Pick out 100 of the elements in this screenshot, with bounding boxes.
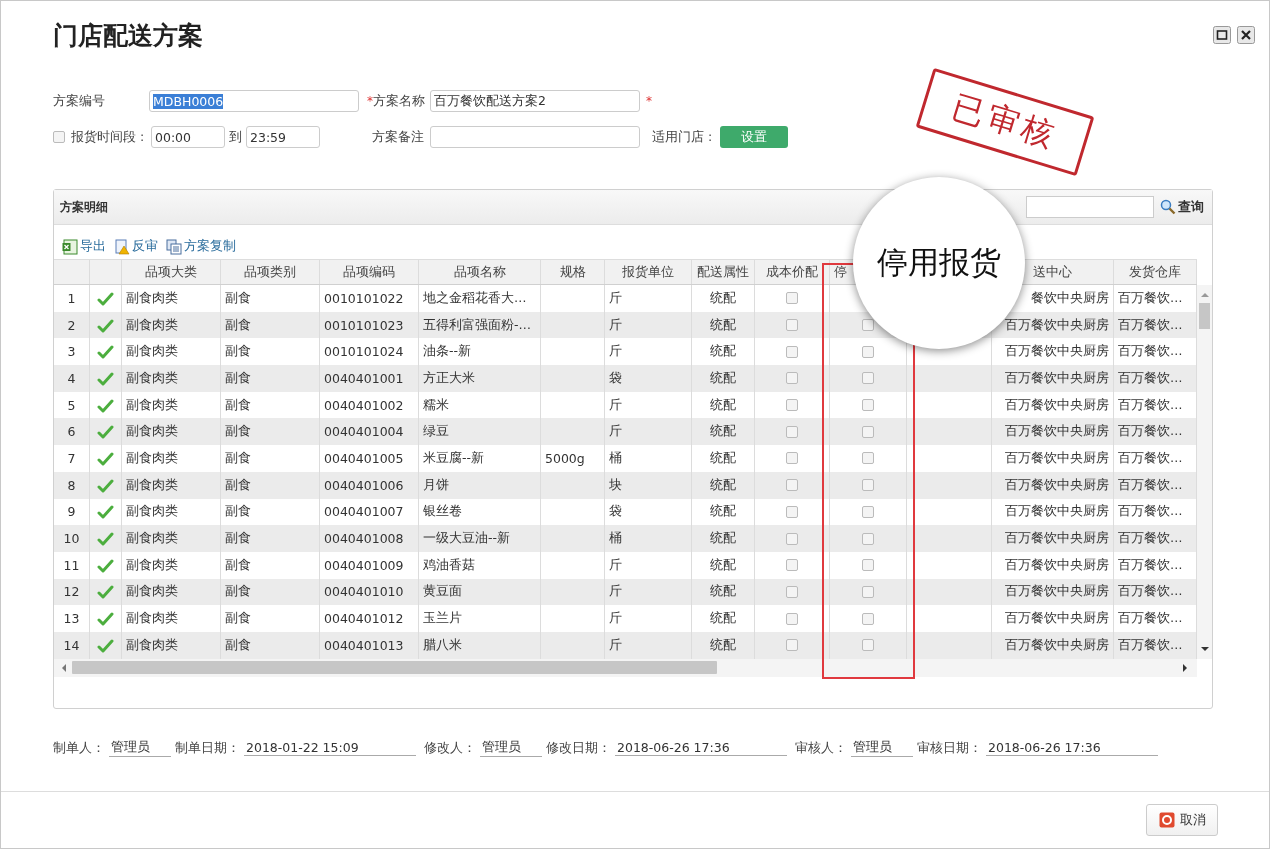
table-cell: 副食 <box>225 556 251 574</box>
table-cell: 百万餐饮… <box>1118 343 1183 361</box>
table-cell: 统配 <box>710 289 736 307</box>
checkbox[interactable] <box>862 532 874 545</box>
row-number: 8 <box>67 477 76 493</box>
toolbar-button[interactable]: 导出 <box>62 238 106 255</box>
table-cell: 斤 <box>609 636 622 654</box>
scrollbar-thumb[interactable] <box>1199 303 1210 329</box>
table-cell: 鸡油香菇 <box>423 556 475 574</box>
checkbox[interactable] <box>862 372 874 385</box>
column-header[interactable]: 品项编码 <box>343 263 395 281</box>
table-cell: 副食肉类 <box>126 396 178 414</box>
column-header[interactable]: 品项类别 <box>244 263 296 281</box>
checkbox[interactable] <box>786 372 798 385</box>
scroll-down-icon[interactable] <box>1200 645 1209 653</box>
search-button[interactable]: 查询 <box>1160 198 1204 216</box>
checkbox[interactable] <box>862 452 874 465</box>
checkbox[interactable] <box>862 319 874 332</box>
column-header[interactable]: 品项大类 <box>145 263 197 281</box>
checkbox[interactable] <box>862 345 874 358</box>
field-label: 方案名称 <box>373 92 426 110</box>
table-cell: 副食肉类 <box>126 449 178 467</box>
toolbar-button[interactable]: 反审 <box>114 238 158 255</box>
scroll-up-icon[interactable] <box>1200 291 1209 299</box>
table-cell: 副食肉类 <box>126 316 178 334</box>
table-cell: 百万餐饮… <box>1118 530 1183 548</box>
checkbox[interactable] <box>786 425 798 438</box>
row-number: 6 <box>67 424 76 440</box>
table-cell: 斤 <box>609 343 622 361</box>
toolbar-button[interactable]: 方案复制 <box>166 238 236 255</box>
table-cell: 银丝卷 <box>423 503 462 521</box>
column-header[interactable]: 送中心 <box>1033 263 1072 281</box>
checkbox[interactable] <box>862 399 874 412</box>
checkbox[interactable] <box>862 612 874 625</box>
required-mark: * <box>367 94 373 108</box>
checkbox[interactable] <box>786 612 798 625</box>
table-cell: 副食 <box>225 476 251 494</box>
checkbox[interactable] <box>862 479 874 492</box>
cancel-button[interactable]: 取消 <box>1146 804 1218 836</box>
table-cell: 一级大豆油--新 <box>423 530 511 548</box>
scroll-left-icon[interactable] <box>60 663 68 672</box>
column-header[interactable]: 成本价配 <box>766 263 818 281</box>
table-cell: 统配 <box>710 423 736 441</box>
table-cell: 统配 <box>710 583 736 601</box>
checkbox[interactable] <box>786 479 798 492</box>
row-number: 5 <box>67 397 76 413</box>
time-field[interactable]: 23:59 <box>246 126 320 148</box>
table-cell: 玉兰片 <box>423 610 462 628</box>
checkbox[interactable] <box>786 585 798 598</box>
info-value: 2018-06-26 17:36 <box>615 740 787 756</box>
table-cell: 百万餐饮中央厨房 <box>1005 530 1109 548</box>
column-header[interactable]: 停 <box>834 263 847 281</box>
table-cell: 统配 <box>710 316 736 334</box>
table-cell: 统配 <box>710 343 736 361</box>
maximize-icon[interactable] <box>1213 26 1231 44</box>
checkbox[interactable] <box>786 399 798 412</box>
table-cell: 百万餐饮… <box>1118 583 1183 601</box>
table-cell: 副食 <box>225 369 251 387</box>
table-cell: 百万餐饮中央厨房 <box>1005 583 1109 601</box>
checkbox[interactable] <box>862 505 874 518</box>
table-cell: 0040401004 <box>324 424 404 440</box>
checkbox[interactable] <box>786 532 798 545</box>
column-header[interactable]: 报货单位 <box>622 263 674 281</box>
column-header[interactable]: 配送属性 <box>697 263 749 281</box>
row-number: 2 <box>67 317 76 333</box>
column-header[interactable]: 品项名称 <box>453 263 506 281</box>
checkbox[interactable] <box>53 131 65 143</box>
checkbox[interactable] <box>786 292 798 305</box>
table-cell: 副食 <box>225 610 251 628</box>
checkbox[interactable] <box>862 425 874 438</box>
input-field[interactable]: MDBH0006 <box>149 90 359 112</box>
table-cell: 副食肉类 <box>126 289 178 307</box>
checkbox[interactable] <box>786 639 798 652</box>
input-field[interactable] <box>430 126 640 148</box>
table-cell: 0040401002 <box>324 397 404 413</box>
checkbox[interactable] <box>786 345 798 358</box>
table-cell: 副食 <box>225 503 251 521</box>
row-number: 7 <box>67 450 76 466</box>
time-field[interactable]: 00:00 <box>151 126 225 148</box>
scroll-right-icon[interactable] <box>1181 663 1189 672</box>
search-field[interactable] <box>1026 196 1154 218</box>
table-cell: 副食肉类 <box>126 610 178 628</box>
column-header[interactable]: 发货仓库 <box>1129 263 1181 281</box>
table-cell: 统配 <box>710 503 736 521</box>
table-cell: 副食肉类 <box>126 423 178 441</box>
input-field[interactable]: 百万餐饮配送方案2 <box>430 90 640 112</box>
checkbox[interactable] <box>786 559 798 572</box>
checkbox[interactable] <box>862 639 874 652</box>
row-number: 13 <box>63 611 80 627</box>
table-cell: 副食 <box>225 343 251 361</box>
scrollbar-thumb[interactable] <box>72 661 717 675</box>
checkbox[interactable] <box>862 585 874 598</box>
table-cell: 米豆腐--新 <box>423 449 485 467</box>
close-icon[interactable] <box>1237 26 1255 44</box>
checkbox[interactable] <box>862 559 874 572</box>
table-cell: 0010101022 <box>324 290 404 306</box>
checkbox[interactable] <box>786 505 798 518</box>
checkbox[interactable] <box>786 452 798 465</box>
checkbox[interactable] <box>786 319 798 332</box>
column-header[interactable]: 规格 <box>559 263 586 281</box>
